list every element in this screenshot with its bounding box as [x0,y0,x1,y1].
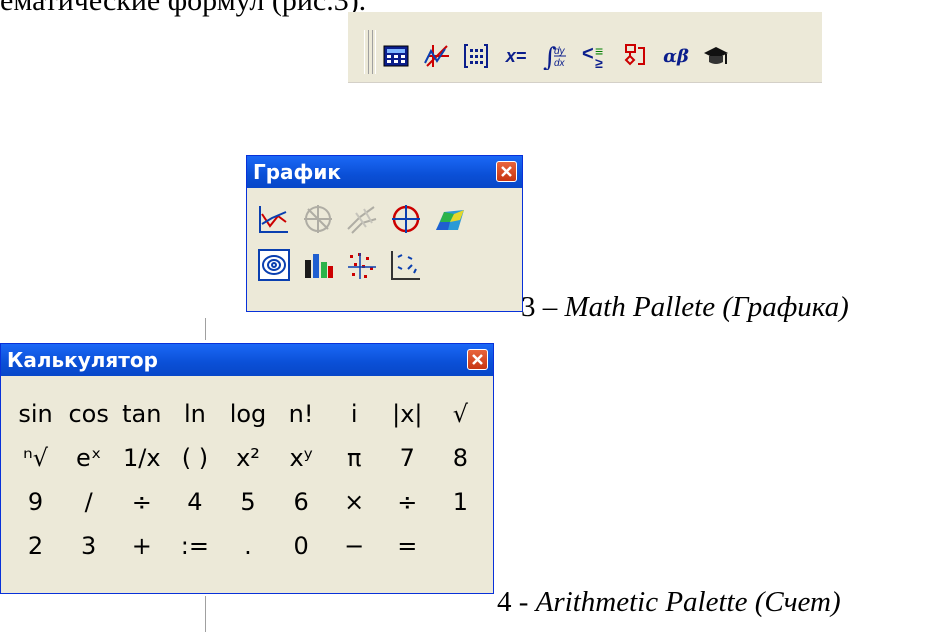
close-icon[interactable] [496,161,517,182]
calc-key[interactable]: xʸ [275,436,328,480]
scatter-3d-icon[interactable] [345,248,379,282]
calc-key[interactable]: ln [168,392,221,436]
document-heading-fragment: ематические формул (рис.3). [0,0,367,17]
calc-key[interactable]: ÷ [115,480,168,524]
evaluation-icon[interactable]: x= [501,41,531,71]
calc-key[interactable]: 1/x [115,436,168,480]
calc-key[interactable]: 5 [221,480,274,524]
calc-key[interactable]: ( ) [168,436,221,480]
figure-4-number: 4 - [497,586,536,618]
figure-3-text: Math Pallete (Графика) [564,291,849,323]
calc-key[interactable]: + [115,524,168,568]
calc-key[interactable]: ⁿ√ [9,436,62,480]
close-icon[interactable] [467,349,488,370]
calc-key[interactable]: 3 [62,524,115,568]
graph-icon[interactable] [421,41,451,71]
figure-4-text: Arithmetic Palette (Счет) [535,586,841,618]
figure-3-number: 3 – [521,291,565,323]
toolbar-separator [372,30,376,74]
calc-key[interactable]: n! [275,392,328,436]
divider-line-top [205,318,206,340]
math-toolbar: x= ∫ dy dx < ≡ ≥ αβ [348,12,822,83]
evaluation-icon-label: x= [505,45,527,66]
calc-key[interactable]: 1 [434,480,487,524]
calc-key[interactable]: − [328,524,381,568]
calc-key[interactable]: 6 [275,480,328,524]
surface-plot-icon[interactable] [345,202,379,236]
calculus-icon[interactable]: ∫ dy dx [541,41,571,71]
svg-text:<: < [582,43,594,65]
greek-icon-label: αβ [663,45,689,67]
calc-key[interactable]: √ [434,392,487,436]
calc-key[interactable]: log [221,392,274,436]
symbolic-icon[interactable] [701,41,731,71]
polar-circle-icon[interactable] [389,202,423,236]
calc-key[interactable]: ÷ [381,480,434,524]
calc-key[interactable]: × [328,480,381,524]
figure-3-caption: 3 – Math Pallete (Графика) [521,291,849,324]
toolbar-grip[interactable] [364,30,369,74]
figure-4-caption: 4 - Arithmetic Palette (Счет) [497,586,841,619]
calculator-keypad: sin cos tan ln log n! i |x| √ ⁿ√ eˣ 1/x( ) x² xʸ π 7 8 9/… [9,392,487,568]
programming-icon[interactable] [621,41,651,71]
vector-field-icon[interactable] [389,248,423,282]
calculator-palette-window: Калькулятор sin cos tan ln log n! i |x| √ ⁿ√ eˣ 1/x… [0,343,494,594]
contour-plot-icon[interactable] [257,248,291,282]
3d-bar-icon[interactable] [301,248,335,282]
svg-text:dx: dx [554,58,566,69]
calc-key[interactable]: 7 [381,436,434,480]
calc-key[interactable]: i [328,392,381,436]
svg-text:dy: dy [554,46,566,57]
boolean-icon[interactable]: < ≡ ≥ [581,41,611,71]
calc-key[interactable]: tan [115,392,168,436]
calc-key[interactable]: 9 [9,480,62,524]
polar-plot-icon[interactable] [301,202,335,236]
calc-key[interactable]: sin [9,392,62,436]
calculator-title: Калькулятор [7,348,158,372]
calc-key[interactable]: := [168,524,221,568]
calc-key[interactable]: |x| [381,392,434,436]
graph-palette-title: График [253,160,341,184]
graph-palette-titlebar[interactable]: График [247,156,522,188]
divider-line-bottom [205,596,206,632]
calculator-icon[interactable] [381,41,411,71]
calc-key[interactable]: = [381,524,434,568]
calc-key[interactable]: cos [62,392,115,436]
svg-text:≥: ≥ [595,55,603,70]
xy-plot-icon[interactable] [257,202,291,236]
calc-key[interactable]: . [221,524,274,568]
graph-palette-window: График [246,155,523,312]
calc-key[interactable]: eˣ [62,436,115,480]
calculator-titlebar[interactable]: Калькулятор [1,344,493,376]
matrix-icon[interactable] [461,41,491,71]
calc-key[interactable]: / [62,480,115,524]
greek-icon[interactable]: αβ [661,41,691,71]
calc-key[interactable]: 8 [434,436,487,480]
calc-key[interactable]: 2 [9,524,62,568]
calc-key[interactable]: x² [221,436,274,480]
calc-key[interactable]: 0 [275,524,328,568]
calc-key[interactable]: 4 [168,480,221,524]
calc-key[interactable]: π [328,436,381,480]
3d-surface-icon[interactable] [433,202,467,236]
